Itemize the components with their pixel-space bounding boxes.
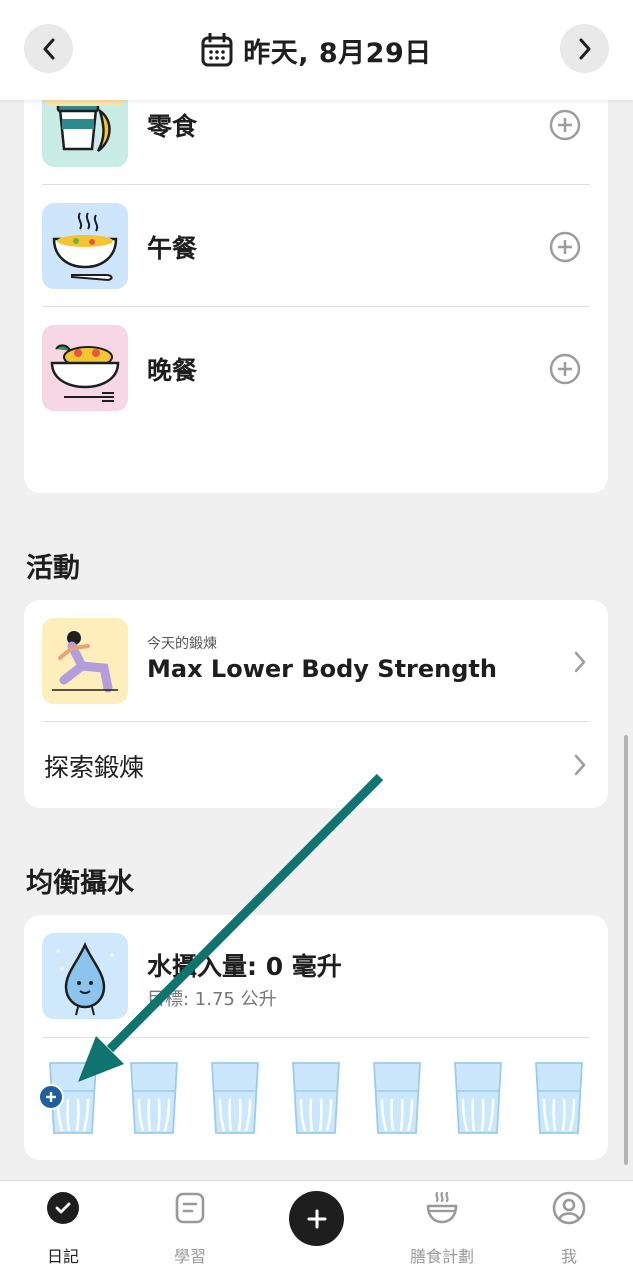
tab-label: 膳食計劃 (409, 1247, 474, 1266)
todays-workout-row[interactable]: 今天的鍛煉 Max Lower Body Strength (42, 600, 590, 722)
activity-section-title: 活動 (26, 553, 80, 584)
meal-row-lunch[interactable]: 午餐 (42, 185, 590, 307)
water-card: 水攝入量: 0 毫升 目標: 1.75 公升 (24, 915, 608, 1160)
workout-name: Max Lower Body Strength (147, 655, 497, 683)
meal-name: 零食 (147, 112, 198, 141)
tab-learn[interactable]: 學習 (145, 1191, 235, 1271)
water-goal-label: 目標: 1.75 公升 (147, 989, 277, 1010)
tab-me[interactable]: 我 (524, 1191, 614, 1271)
add-snack-icon[interactable] (549, 109, 581, 141)
water-glass (372, 1061, 422, 1135)
tab-label: 我 (560, 1247, 577, 1266)
tab-label: 日記 (46, 1247, 79, 1266)
next-day-button[interactable] (560, 24, 609, 73)
meal-name: 午餐 (147, 234, 198, 263)
chevron-right-icon (574, 651, 586, 673)
document-icon (175, 1192, 205, 1224)
chevron-right-icon (579, 38, 590, 59)
workout-caption: 今天的鍛煉 (147, 636, 217, 652)
water-intake-label: 水攝入量: 0 毫升 (147, 952, 342, 981)
lunch-illustration (42, 203, 128, 289)
water-glass (453, 1061, 503, 1135)
meal-row-dinner[interactable]: 晚餐 (42, 307, 590, 429)
water-glass (291, 1061, 341, 1135)
water-drop-illustration (42, 933, 128, 1019)
tab-label: 學習 (173, 1247, 206, 1266)
explore-workouts-row[interactable]: 探索鍛煉 (42, 722, 590, 808)
water-section-title: 均衡攝水 (26, 868, 134, 899)
tab-meal-plan[interactable]: 膳食計劃 (397, 1191, 487, 1271)
water-glass (129, 1061, 179, 1135)
meals-card: 零食 午餐 晚餐 (24, 60, 608, 493)
scrollbar[interactable] (624, 735, 628, 1165)
add-water-plus-icon[interactable] (38, 1084, 64, 1110)
divider (42, 1037, 590, 1038)
water-glasses-row (48, 1061, 588, 1137)
profile-icon (552, 1191, 586, 1225)
date-selector[interactable]: 昨天, 8月29日 (0, 28, 633, 72)
add-lunch-icon[interactable] (549, 231, 581, 263)
chevron-right-icon (574, 754, 586, 776)
calendar-icon (201, 33, 233, 67)
plus-icon (307, 1209, 326, 1228)
check-circle-icon (47, 1192, 79, 1224)
explore-workouts-label: 探索鍛煉 (44, 753, 145, 782)
activity-card: 今天的鍛煉 Max Lower Body Strength 探索鍛煉 (24, 600, 608, 808)
date-header: 昨天, 8月29日 (0, 0, 633, 100)
tab-diary[interactable]: 日記 (18, 1191, 108, 1271)
quick-add-button[interactable] (289, 1191, 344, 1246)
dinner-illustration (42, 325, 128, 411)
date-label: 昨天, 8月29日 (243, 37, 432, 69)
water-glass (534, 1061, 584, 1135)
bowl-icon (426, 1191, 458, 1224)
add-dinner-icon[interactable] (549, 353, 581, 385)
workout-illustration (42, 618, 128, 704)
meal-name: 晚餐 (147, 356, 198, 385)
water-glass (210, 1061, 260, 1135)
